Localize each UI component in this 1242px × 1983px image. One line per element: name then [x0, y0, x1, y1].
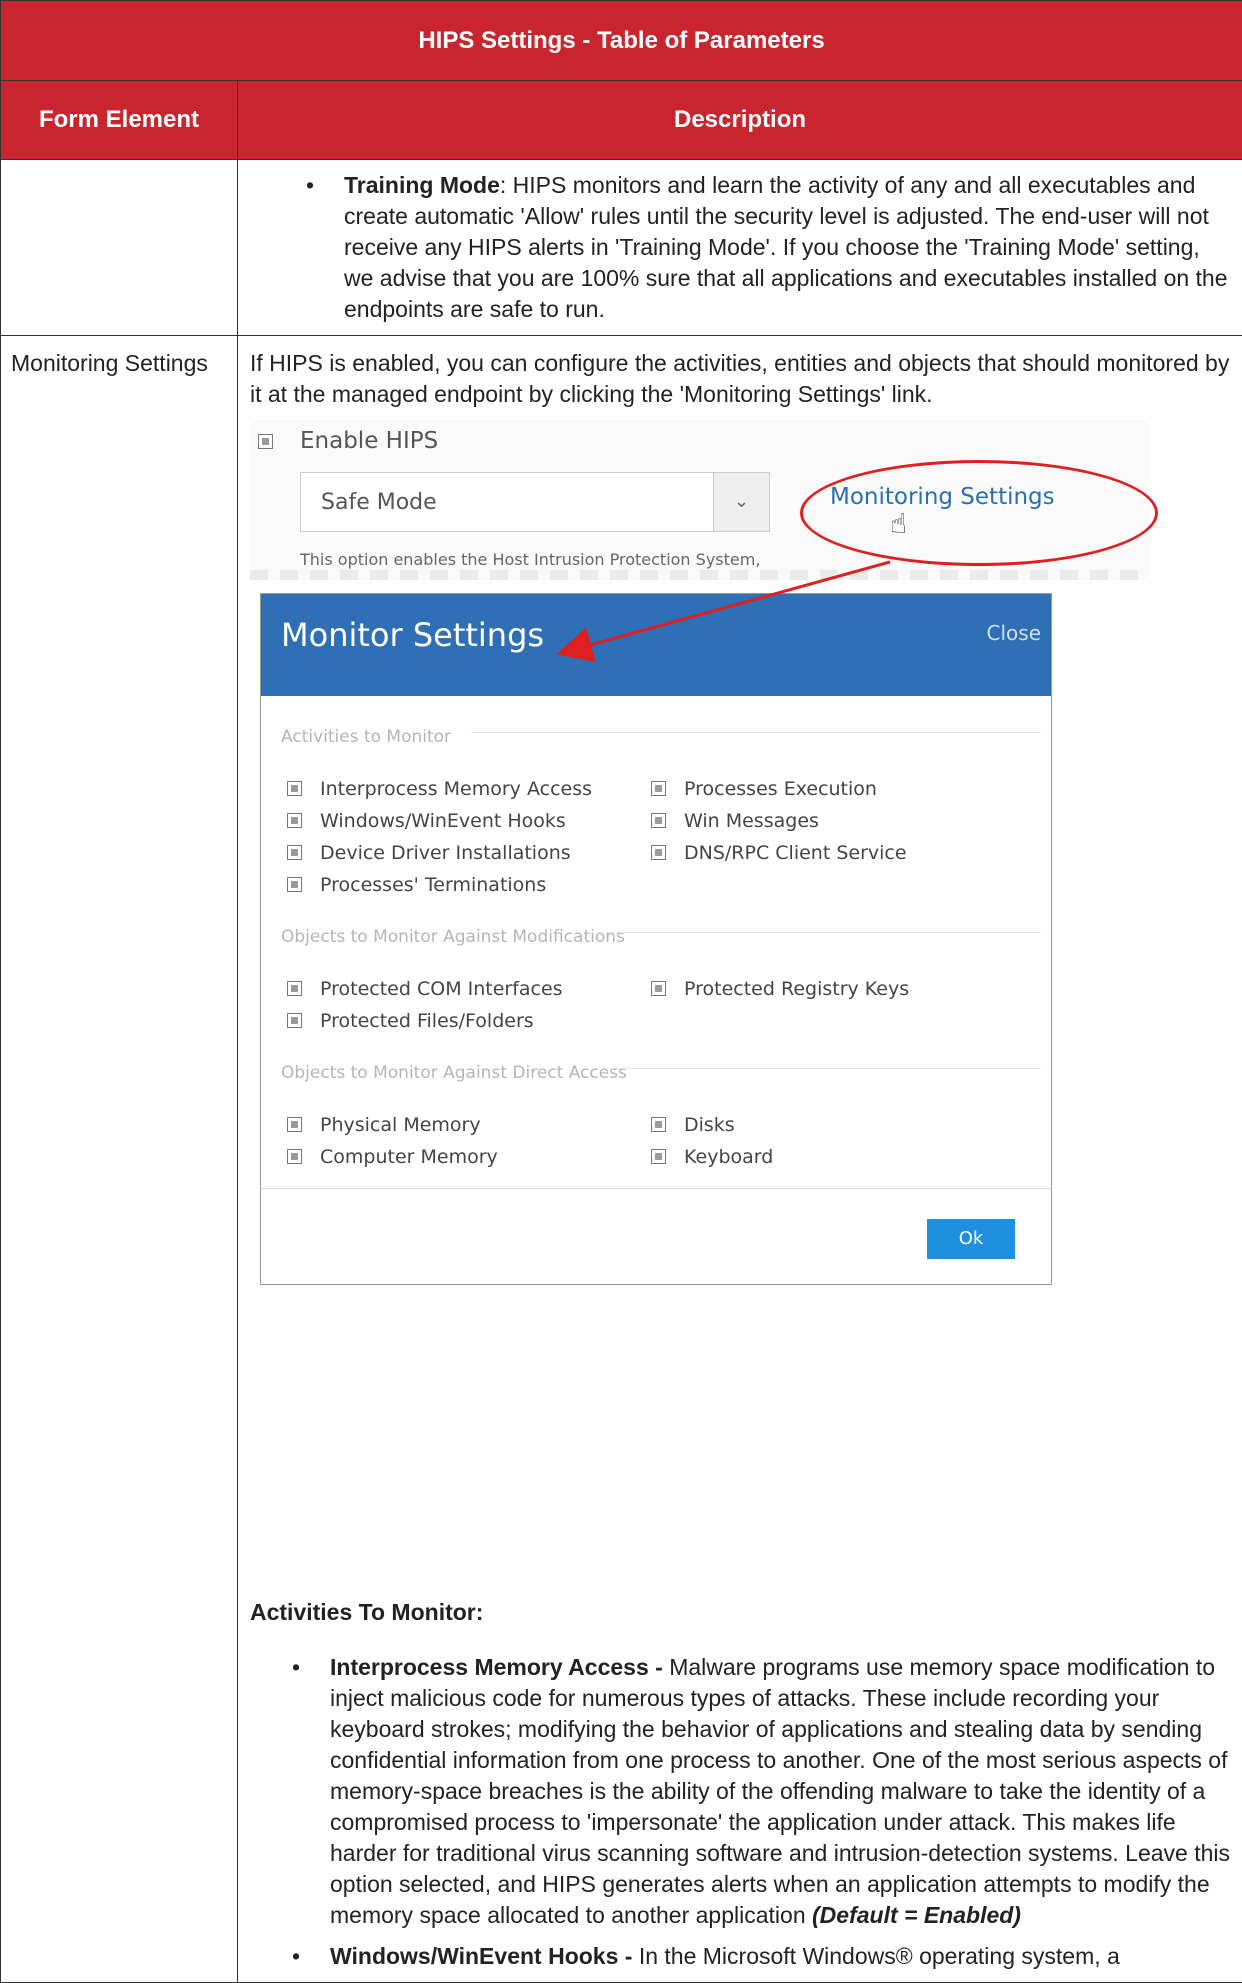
section-modifications: Objects to Monitor Against Modifications: [281, 922, 1041, 953]
option-keyboard[interactable]: Keyboard: [651, 1142, 773, 1173]
section-direct-access-label: Objects to Monitor Against Direct Access: [281, 1063, 627, 1083]
checkbox[interactable]: [651, 1149, 666, 1164]
section-direct-access: Objects to Monitor Against Direct Access: [281, 1058, 1041, 1089]
option-computer-memory[interactable]: Computer Memory: [287, 1142, 498, 1173]
checkbox[interactable]: [651, 813, 666, 828]
bullet-training-mode: Training Mode: HIPS monitors and learn t…: [344, 170, 1232, 325]
monitor-settings-screenshot: Enable HIPS Safe Mode ⌄ Monitoring Setti…: [250, 420, 1150, 1583]
section-activities: Activities to Monitor: [281, 722, 1041, 753]
option-windows-winevent-hooks[interactable]: Windows/WinEvent Hooks: [287, 806, 566, 837]
checkbox[interactable]: [651, 845, 666, 860]
option-disks[interactable]: Disks: [651, 1110, 735, 1141]
bullet-windows-winevent-hooks: Windows/WinEvent Hooks - In the Microsof…: [330, 1941, 1232, 1972]
training-mode-term: Training Mode: [344, 172, 500, 198]
option-protected-registry-keys[interactable]: Protected Registry Keys: [651, 974, 909, 1005]
form-element-monitoring-settings: Monitoring Settings: [1, 336, 238, 1983]
bullet-interprocess-memory-access: Interprocess Memory Access - Malware pro…: [330, 1652, 1232, 1931]
monitor-settings-dialog: Monitor Settings Close Activities to Mon…: [260, 593, 1052, 1285]
activities-heading: Activities To Monitor:: [250, 1597, 1232, 1628]
checkbox[interactable]: [287, 813, 302, 828]
checkbox[interactable]: [287, 1013, 302, 1028]
option-dns-rpc-client-service[interactable]: DNS/RPC Client Service: [651, 838, 907, 869]
checkbox[interactable]: [287, 1117, 302, 1132]
form-element-cell-empty: [1, 160, 238, 336]
section-modifications-label: Objects to Monitor Against Modifications: [281, 927, 625, 947]
monitoring-intro: If HIPS is enabled, you can configure th…: [250, 348, 1232, 410]
red-arrow-icon: [250, 420, 1150, 680]
checkbox[interactable]: [287, 981, 302, 996]
description-cell-monitoring: If HIPS is enabled, you can configure th…: [238, 336, 1242, 1983]
table-title: HIPS Settings - Table of Parameters: [1, 1, 1242, 81]
section-activities-label: Activities to Monitor: [281, 727, 451, 747]
option-interprocess-memory-access[interactable]: Interprocess Memory Access: [287, 774, 592, 805]
checkbox[interactable]: [287, 1149, 302, 1164]
checkbox[interactable]: [287, 781, 302, 796]
option-device-driver-installations[interactable]: Device Driver Installations: [287, 838, 571, 869]
checkbox[interactable]: [651, 781, 666, 796]
checkbox[interactable]: [651, 1117, 666, 1132]
option-protected-com-interfaces[interactable]: Protected COM Interfaces: [287, 974, 563, 1005]
dialog-footer: Ok: [261, 1188, 1051, 1284]
description-cell-training: Training Mode: HIPS monitors and learn t…: [238, 160, 1242, 336]
column-header-form-element: Form Element: [1, 81, 238, 160]
ok-button[interactable]: Ok: [927, 1219, 1015, 1259]
parameters-table: HIPS Settings - Table of Parameters Form…: [0, 0, 1242, 1983]
checkbox[interactable]: [651, 981, 666, 996]
checkbox[interactable]: [287, 877, 302, 892]
option-processes-execution[interactable]: Processes Execution: [651, 774, 877, 805]
option-protected-files-folders[interactable]: Protected Files/Folders: [287, 1006, 534, 1037]
option-processes-terminations[interactable]: Processes' Terminations: [287, 870, 546, 901]
checkbox[interactable]: [287, 845, 302, 860]
option-win-messages[interactable]: Win Messages: [651, 806, 819, 837]
column-header-description: Description: [238, 81, 1242, 160]
option-physical-memory[interactable]: Physical Memory: [287, 1110, 481, 1141]
